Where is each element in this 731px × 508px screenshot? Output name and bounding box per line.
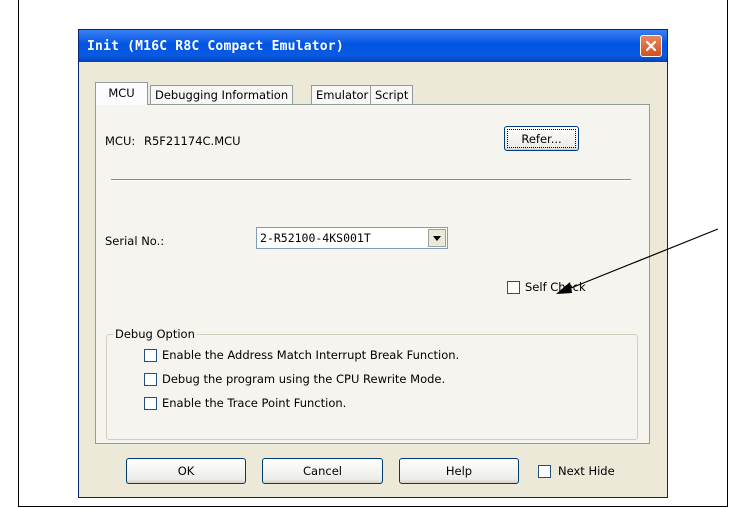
tab-mcu[interactable]: MCU xyxy=(95,82,148,105)
annotation-arrow xyxy=(556,228,719,294)
